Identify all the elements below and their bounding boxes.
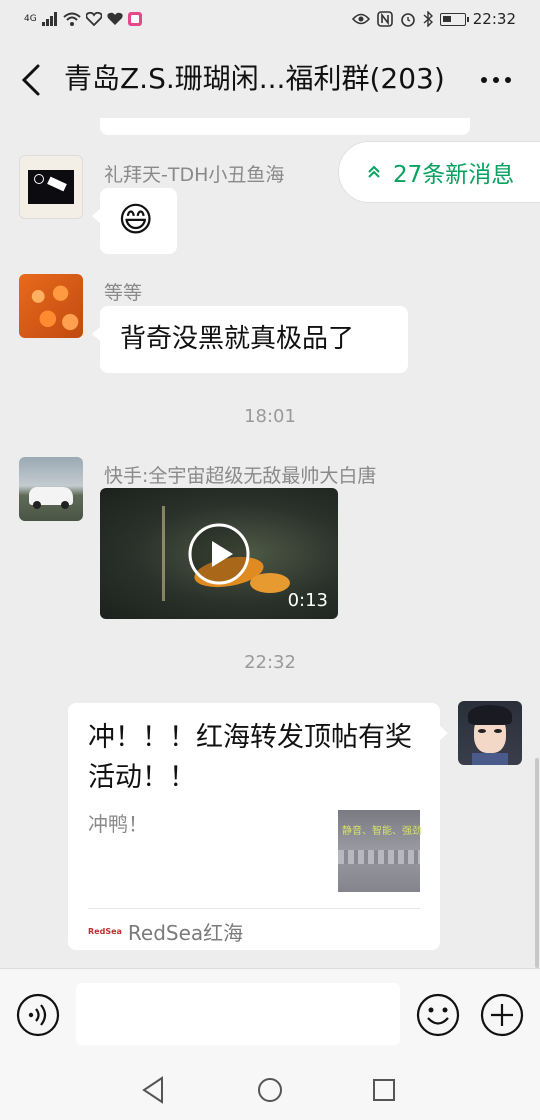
link-card[interactable]: 冲！！！红海转发顶帖有奖活动！！ 冲鸭！ 静音、智能、强劲 RedSea Red… <box>68 703 448 950</box>
more-icon <box>481 77 511 83</box>
card-source: RedSea RedSea红海 <box>88 917 243 946</box>
message-bubble[interactable]: 😄 <box>92 188 177 254</box>
message-input[interactable] <box>76 983 400 1045</box>
voice-button[interactable] <box>16 993 60 1037</box>
avatar[interactable] <box>19 274 83 338</box>
new-messages-label: 27条新消息 <box>393 162 515 188</box>
bluetooth-icon <box>423 11 433 27</box>
voice-icon <box>16 993 60 1037</box>
chat-title: 青岛Z.S.珊瑚闲...福利群(203) <box>64 62 445 95</box>
avatar[interactable] <box>19 457 83 521</box>
sender-name: 礼拜天-TDH小丑鱼海 <box>104 164 285 186</box>
nav-recent-icon <box>373 1079 395 1101</box>
new-messages-button[interactable]: 27条新消息 <box>338 141 540 203</box>
play-icon[interactable] <box>187 522 251 586</box>
video-message[interactable]: 0:13 <box>100 488 338 619</box>
back-button[interactable] <box>16 60 50 100</box>
nav-back-button[interactable] <box>136 1072 172 1108</box>
chat-header: 青岛Z.S.珊瑚闲...福利群(203) <box>0 40 540 118</box>
nav-home-button[interactable] <box>252 1072 288 1108</box>
timestamp: 18:01 <box>244 406 296 427</box>
emoji-button[interactable] <box>416 993 460 1037</box>
card-divider <box>88 908 420 909</box>
avatar[interactable] <box>19 155 83 219</box>
video-duration: 0:13 <box>287 590 328 611</box>
card-source-name: RedSea红海 <box>127 921 244 945</box>
more-button[interactable] <box>476 65 516 95</box>
sender-name: 快手:全宇宙超级无敌最帅大白唐 <box>104 465 377 487</box>
card-description: 冲鸭！ <box>88 812 148 836</box>
nav-home-icon <box>258 1078 282 1102</box>
back-arrow-icon <box>21 64 40 96</box>
health-icon <box>85 12 102 26</box>
sender-name: 等等 <box>104 282 143 304</box>
nav-recent-button[interactable] <box>366 1072 402 1108</box>
status-bar: 4G 22:32 <box>0 0 540 40</box>
message-text: 😄 <box>118 200 154 240</box>
card-thumbnail: 静音、智能、强劲 <box>338 810 422 892</box>
redsea-logo-icon: RedSea <box>88 927 122 936</box>
status-time: 22:32 <box>472 10 516 28</box>
message-bubble[interactable]: 背奇没黑就真极品了 <box>92 306 408 373</box>
heart-icon <box>107 12 123 25</box>
eye-icon <box>351 13 370 25</box>
system-nav-bar <box>0 1060 540 1120</box>
self-avatar[interactable] <box>458 701 522 765</box>
battery-icon <box>439 12 469 26</box>
nav-back-icon <box>142 1076 163 1104</box>
signal-icon <box>41 12 57 26</box>
emoji-icon <box>416 993 460 1037</box>
plus-button[interactable] <box>480 993 524 1037</box>
wifi-icon <box>63 12 81 26</box>
message-text: 背奇没黑就真极品了 <box>120 324 355 354</box>
card-title: 冲！！！红海转发顶帖有奖活动！！ <box>88 722 412 793</box>
input-bar <box>0 968 540 1060</box>
network-type: 4G <box>24 14 37 24</box>
timestamp: 22:32 <box>244 652 296 673</box>
alarm-icon <box>400 13 415 27</box>
plus-icon <box>480 993 524 1037</box>
app-icon <box>127 12 142 26</box>
double-chevron-up-icon <box>368 165 380 178</box>
nfc-icon <box>376 11 393 27</box>
message-bubble-partial[interactable]: 😄😄😄 <box>100 118 470 135</box>
scrollbar[interactable] <box>535 758 539 968</box>
card-thumbnail-text: 静音、智能、强劲 <box>342 826 422 837</box>
chat-message-list[interactable]: 😄😄😄 27条新消息 礼拜天-TDH小丑鱼海 😄 等等 背奇没黑就真极品了 18… <box>0 118 540 968</box>
